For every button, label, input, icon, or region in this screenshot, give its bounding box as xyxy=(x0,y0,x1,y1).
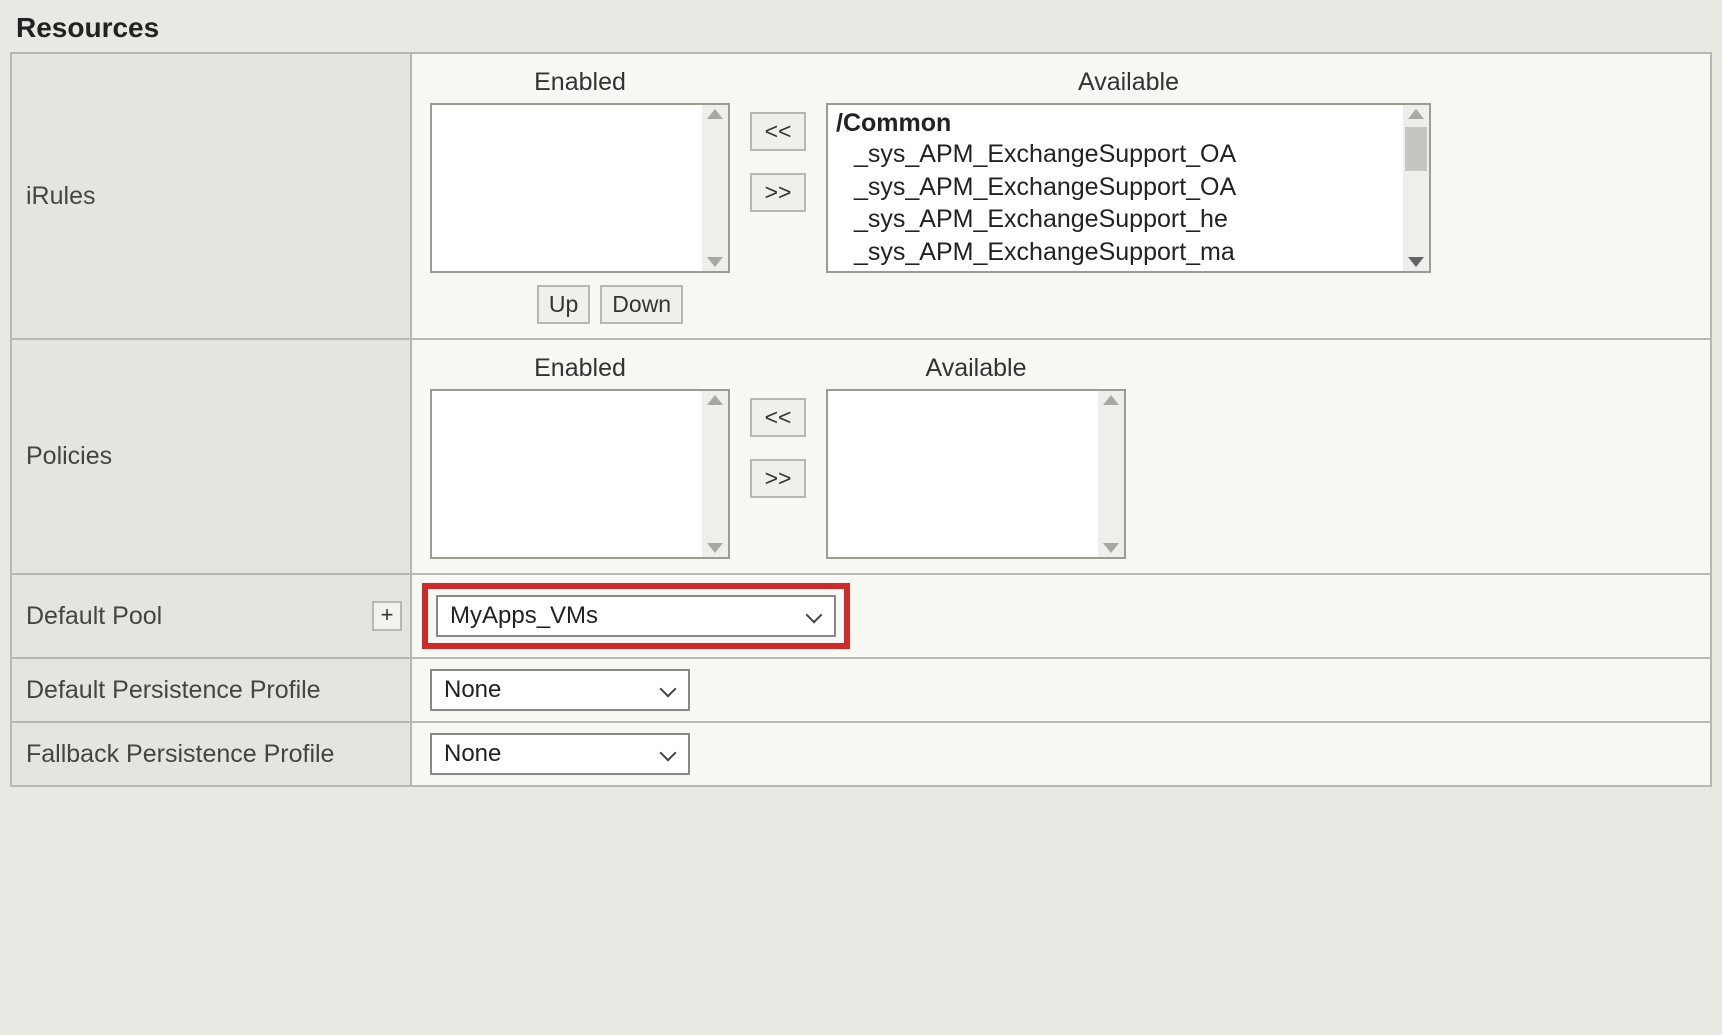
irules-available-listbox[interactable]: /Common _sys_APM_ExchangeSupport_OA _sys… xyxy=(826,103,1431,273)
move-right-button[interactable]: >> xyxy=(750,459,806,498)
label-irules: iRules xyxy=(11,53,411,339)
scrollbar[interactable] xyxy=(1403,105,1429,271)
scroll-up-icon xyxy=(1103,395,1119,405)
label-fallback-persistence: Fallback Persistence Profile xyxy=(11,722,411,786)
policies-enabled-listbox[interactable] xyxy=(430,389,730,559)
highlight-default-pool: MyApps_VMs xyxy=(422,583,850,649)
select-value: MyApps_VMs xyxy=(450,602,598,630)
scrollbar[interactable] xyxy=(702,105,728,271)
scroll-down-icon xyxy=(707,257,723,267)
section-title: Resources xyxy=(10,10,1712,52)
row-default-pool: Default Pool + MyApps_VMs xyxy=(11,574,1711,658)
chevron-down-icon xyxy=(662,681,678,697)
scroll-thumb[interactable] xyxy=(1405,127,1427,171)
scroll-down-icon xyxy=(1103,543,1119,553)
scrollbar[interactable] xyxy=(1098,391,1124,557)
irules-available-header: Available xyxy=(1078,68,1179,97)
content-default-persistence: None xyxy=(411,658,1711,722)
policies-enabled-header: Enabled xyxy=(534,354,626,383)
content-fallback-persistence: None xyxy=(411,722,1711,786)
irules-enabled-listbox[interactable] xyxy=(430,103,730,273)
scroll-up-icon xyxy=(707,109,723,119)
label-default-pool: Default Pool + xyxy=(11,574,411,658)
list-item[interactable]: _sys_APM_ExchangeSupport_OA xyxy=(836,171,1401,204)
irules-enabled-header: Enabled xyxy=(534,68,626,97)
label-default-pool-text: Default Pool xyxy=(26,602,162,630)
down-button[interactable]: Down xyxy=(600,285,683,324)
row-irules: iRules Enabled Up Down xyxy=(11,53,1711,339)
scrollbar[interactable] xyxy=(702,391,728,557)
available-group-label: /Common xyxy=(836,109,1401,138)
resources-table: iRules Enabled Up Down xyxy=(10,52,1712,787)
default-pool-select[interactable]: MyApps_VMs xyxy=(436,595,836,637)
move-right-button[interactable]: >> xyxy=(750,173,806,212)
row-default-persistence: Default Persistence Profile None xyxy=(11,658,1711,722)
scroll-up-icon xyxy=(1408,109,1424,119)
chevron-down-icon xyxy=(808,607,824,623)
label-policies: Policies xyxy=(11,339,411,574)
list-item[interactable]: _sys_APM_ExchangeSupport_he xyxy=(836,203,1401,236)
scroll-up-icon xyxy=(707,395,723,405)
move-left-button[interactable]: << xyxy=(750,112,806,151)
content-policies: Enabled << >> Available xyxy=(411,339,1711,574)
up-button[interactable]: Up xyxy=(537,285,590,324)
scroll-down-icon xyxy=(707,543,723,553)
add-pool-button[interactable]: + xyxy=(372,601,402,631)
row-fallback-persistence: Fallback Persistence Profile None xyxy=(11,722,1711,786)
policies-available-header: Available xyxy=(925,354,1026,383)
label-default-persistence: Default Persistence Profile xyxy=(11,658,411,722)
select-value: None xyxy=(444,740,501,768)
scroll-down-icon xyxy=(1408,257,1424,267)
row-policies: Policies Enabled << >> xyxy=(11,339,1711,574)
content-default-pool: MyApps_VMs xyxy=(411,574,1711,658)
policies-available-listbox[interactable] xyxy=(826,389,1126,559)
default-persistence-select[interactable]: None xyxy=(430,669,690,711)
content-irules: Enabled Up Down << xyxy=(411,53,1711,339)
list-item[interactable]: _sys_APM_ExchangeSupport_OA xyxy=(836,138,1401,171)
select-value: None xyxy=(444,676,501,704)
list-item[interactable]: _sys_APM_ExchangeSupport_ma xyxy=(836,236,1401,268)
chevron-down-icon xyxy=(662,745,678,761)
move-left-button[interactable]: << xyxy=(750,398,806,437)
fallback-persistence-select[interactable]: None xyxy=(430,733,690,775)
